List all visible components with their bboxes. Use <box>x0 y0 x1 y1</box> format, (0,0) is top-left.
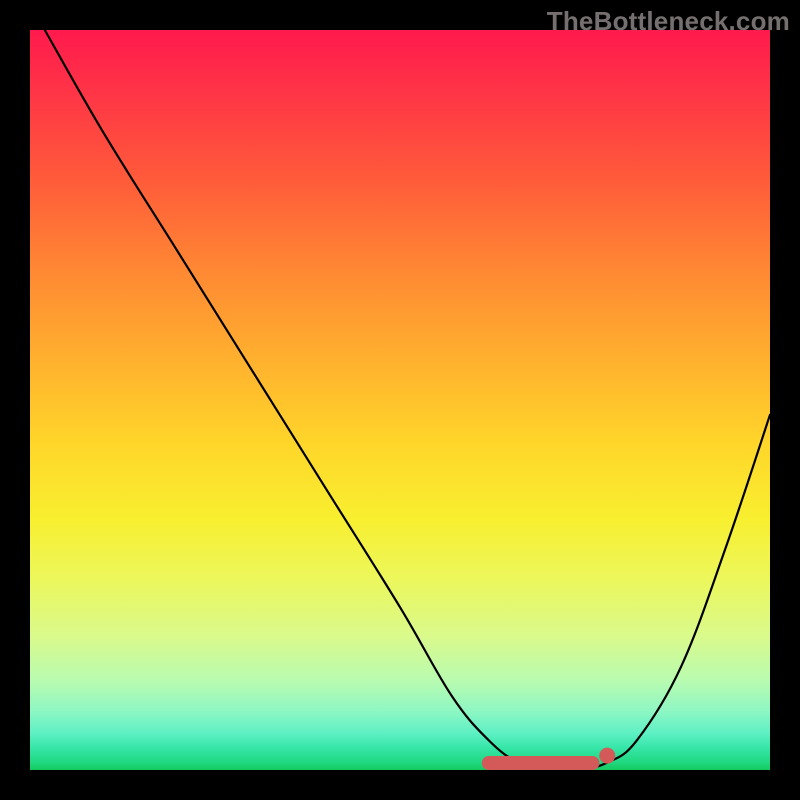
curve-layer <box>30 30 770 770</box>
optimal-point-marker <box>599 748 615 764</box>
watermark-text: TheBottleneck.com <box>547 6 790 37</box>
chart-frame: TheBottleneck.com <box>0 0 800 800</box>
plot-area <box>30 30 770 770</box>
bottleneck-curve <box>45 30 770 771</box>
